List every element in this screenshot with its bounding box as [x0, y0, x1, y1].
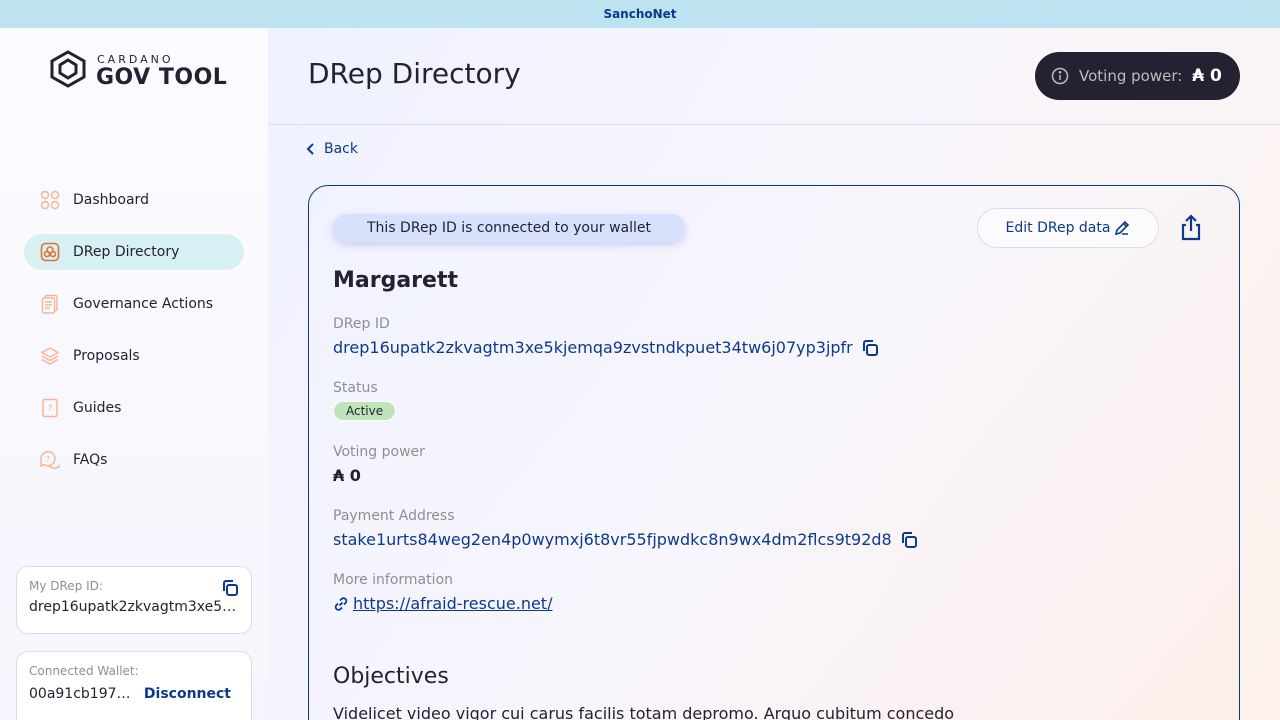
disconnect-button[interactable]: Disconnect: [144, 686, 231, 702]
pencil-icon: [1114, 220, 1130, 236]
page-title: DRep Directory: [308, 57, 521, 90]
voting-power-label: Voting power:: [1079, 67, 1183, 85]
objectives-heading: Objectives: [333, 664, 449, 689]
logo-big-text: GOV TOOL: [96, 64, 228, 90]
status-label: Status: [333, 380, 378, 396]
back-link[interactable]: Back: [306, 141, 358, 157]
logo-small-text: CARDANO: [97, 52, 174, 66]
svg-text:?: ?: [46, 455, 50, 464]
more-information-label: More information: [333, 572, 453, 588]
voting-power-field: Voting power ₳ 0: [333, 444, 425, 485]
sidebar: CARDANO GOV TOOL Dashboard DRep Director…: [0, 28, 268, 720]
drep-id-label: DRep ID: [333, 316, 390, 332]
wallet-address: 00a91cb197bf7b6a: [29, 686, 135, 702]
sidebar-item-label: Proposals: [73, 348, 140, 364]
objectives-text: Videlicet video vigor cui carus facilis …: [333, 704, 955, 720]
cardano-logo-icon: [48, 50, 88, 92]
sidebar-item-label: FAQs: [73, 452, 108, 468]
payment-address-value: stake1urts84weg2en4p0wymxj6t8vr55fjpwdkc…: [333, 530, 892, 549]
drep-id-row: drep16upatk2zkvagtm3xe5kjemqa9zvstndkpue…: [333, 338, 879, 357]
payment-address-field: Payment Address stake1urts84weg2en4p0wym…: [333, 508, 918, 549]
sidebar-item-label: Governance Actions: [73, 296, 214, 312]
status-field: Status Active: [333, 380, 397, 421]
network-banner: SanchoNet: [0, 0, 1280, 28]
more-information-link[interactable]: https://afraid-rescue.net/: [353, 594, 552, 613]
sidebar-item-guides[interactable]: ? Guides: [24, 390, 244, 426]
link-icon: [333, 596, 349, 612]
gov-tool-logo[interactable]: CARDANO GOV TOOL: [48, 50, 227, 92]
my-drep-id-value: drep16upatk2zkvagtm3xe5kjemqa9zvstndkpue…: [29, 599, 239, 615]
sidebar-item-dashboard[interactable]: Dashboard: [24, 182, 244, 218]
more-information-row: https://afraid-rescue.net/: [333, 594, 552, 613]
sidebar-item-label: Guides: [73, 400, 122, 416]
edit-drep-label: Edit DRep data: [1005, 220, 1111, 236]
sidebar-item-faqs[interactable]: ? FAQs: [24, 442, 244, 478]
drep-voting-power-label: Voting power: [333, 444, 425, 460]
drep-id-value: drep16upatk2zkvagtm3xe5kjemqa9zvstndkpue…: [333, 338, 853, 357]
connected-wallet-label: Connected Wallet:: [29, 664, 139, 678]
voting-power-pill: Voting power: ₳ 0: [1035, 52, 1240, 100]
sidebar-item-drep-directory[interactable]: DRep Directory: [24, 234, 244, 270]
voting-power-value: ₳ 0: [1192, 66, 1222, 86]
share-icon[interactable]: [1179, 214, 1203, 242]
payment-address-label: Payment Address: [333, 508, 455, 524]
governance-actions-icon: [39, 293, 61, 315]
page-header: DRep Directory Voting power: ₳ 0: [268, 28, 1280, 125]
faqs-icon: ?: [39, 449, 61, 471]
status-badge: Active: [333, 401, 397, 421]
info-icon[interactable]: [1051, 67, 1069, 85]
guides-icon: ?: [39, 397, 61, 419]
copy-icon[interactable]: [900, 531, 918, 549]
drep-directory-icon: [39, 241, 61, 263]
proposals-icon: [39, 345, 61, 367]
svg-text:?: ?: [48, 404, 53, 414]
drep-detail-card: This DRep ID is connected to your wallet…: [308, 185, 1240, 720]
drep-id-field: DRep ID drep16upatk2zkvagtm3xe5kjemqa9zv…: [333, 316, 879, 357]
dashboard-icon: [39, 189, 61, 211]
sidebar-nav: Dashboard DRep Directory Governance Acti…: [24, 182, 244, 494]
copy-icon[interactable]: [861, 339, 879, 357]
connected-badge: This DRep ID is connected to your wallet: [333, 214, 685, 242]
edit-drep-button[interactable]: Edit DRep data: [977, 208, 1159, 248]
connected-wallet-card: Connected Wallet: 00a91cb197bf7b6a Disco…: [16, 651, 252, 720]
sidebar-item-label: DRep Directory: [73, 244, 180, 260]
drep-name: Margarett: [333, 268, 458, 293]
main-content: DRep Directory Voting power: ₳ 0 Back Th…: [268, 28, 1280, 720]
sidebar-item-label: Dashboard: [73, 192, 149, 208]
sidebar-item-governance-actions[interactable]: Governance Actions: [24, 286, 244, 322]
my-drep-id-card: My DRep ID: drep16upatk2zkvagtm3xe5kjemq…: [16, 566, 252, 634]
more-information-field: More information https://afraid-rescue.n…: [333, 572, 552, 613]
network-label: SanchoNet: [603, 7, 677, 21]
drep-voting-power-value: ₳ 0: [333, 466, 361, 485]
chevron-left-icon: [306, 142, 316, 156]
payment-address-row: stake1urts84weg2en4p0wymxj6t8vr55fjpwdkc…: [333, 530, 918, 549]
sidebar-item-proposals[interactable]: Proposals: [24, 338, 244, 374]
back-label: Back: [324, 141, 358, 157]
my-drep-id-label: My DRep ID:: [29, 579, 103, 593]
copy-icon[interactable]: [221, 579, 239, 601]
